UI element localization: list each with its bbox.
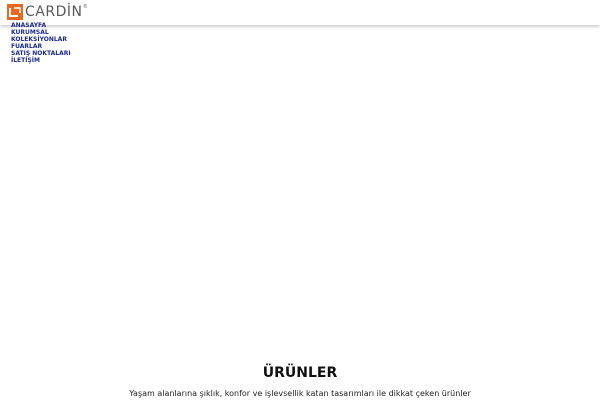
registered-mark: ® — [83, 4, 88, 10]
nav-item-iletisim[interactable]: İLETİŞİM — [11, 57, 71, 64]
nav-item-kurumsal[interactable]: KURUMSAL — [11, 29, 71, 36]
cardin-logo-icon — [7, 4, 23, 20]
main-nav: ANASAYFA KURUMSAL KOLEKSİYONLAR FUARLAR … — [11, 22, 71, 64]
site-header: CARDİN ® — [0, 0, 600, 25]
nav-item-koleksiyonlar[interactable]: KOLEKSİYONLAR — [11, 36, 71, 43]
nav-item-anasayfa[interactable]: ANASAYFA — [11, 22, 71, 29]
brand-name: CARDİN — [25, 4, 83, 20]
products-subtitle: Yaşam alanlarına şıklık, konfor ve işlev… — [129, 389, 471, 398]
products-title: ÜRÜNLER — [262, 364, 338, 381]
brand-logo[interactable]: CARDİN ® — [7, 4, 87, 20]
nav-item-satis-noktalari[interactable]: SATIŞ NOKTALARI — [11, 50, 71, 57]
nav-item-fuarlar[interactable]: FUARLAR — [11, 43, 71, 50]
